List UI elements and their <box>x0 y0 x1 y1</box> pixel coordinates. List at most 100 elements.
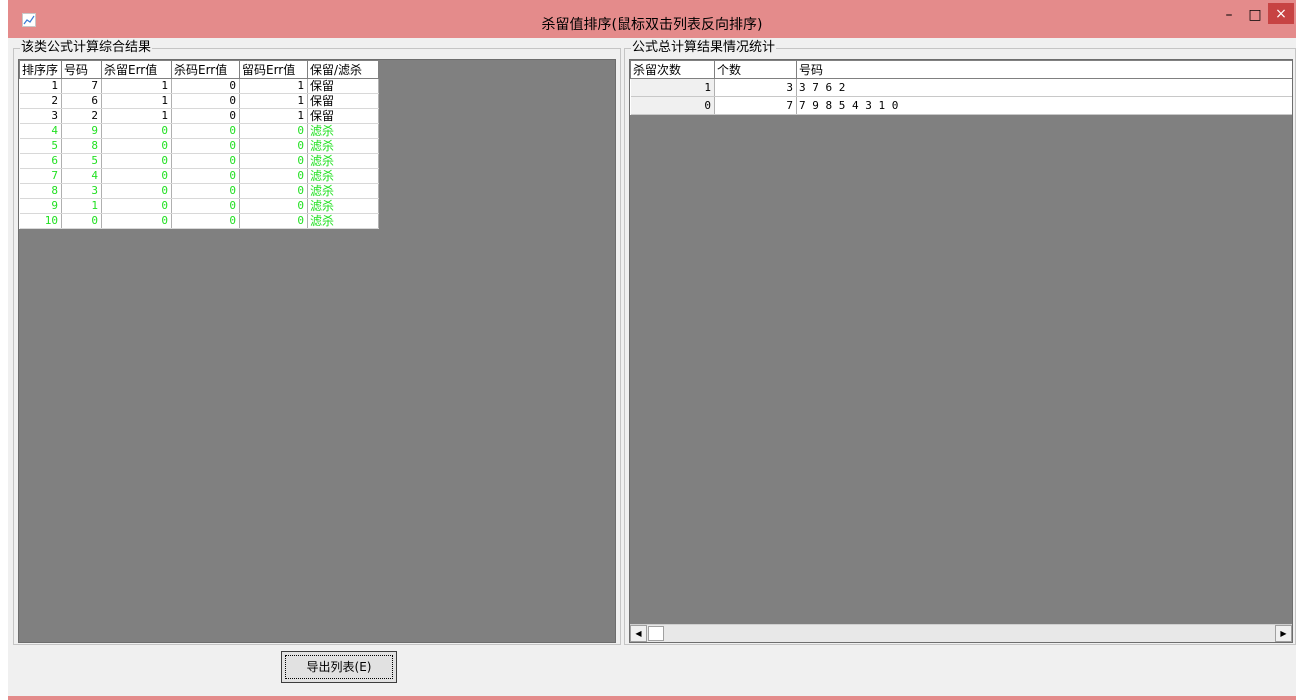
right-listview[interactable]: 杀留次数 个数 号码 1 3 3 7 6 2 0 7 7 9 8 5 4 3 1… <box>629 59 1293 643</box>
cell-number: 6 <box>61 93 102 109</box>
cell-kill-err: 0 <box>171 108 240 124</box>
cell-number: 7 <box>61 78 102 94</box>
left-listview[interactable]: 排序序 号码 杀留Err值 杀码Err值 留码Err值 保留/滤杀 1 7 1 … <box>18 59 616 643</box>
col-header-kill-count[interactable]: 杀留次数 <box>630 60 715 79</box>
table-row[interactable]: 5 8 0 0 0 滤杀 <box>19 138 379 154</box>
cell-number: 1 <box>61 198 102 214</box>
col-header-numbers[interactable]: 号码 <box>796 60 1292 79</box>
cell-killkeep-err: 1 <box>101 93 172 109</box>
cell-number: 4 <box>61 168 102 184</box>
cell-status: 滤杀 <box>307 123 379 139</box>
col-header-number[interactable]: 号码 <box>61 60 102 79</box>
cell-rank: 1 <box>19 78 62 94</box>
cell-rank: 6 <box>19 153 62 169</box>
cell-killkeep-err: 1 <box>101 78 172 94</box>
col-header-keep-err[interactable]: 留码Err值 <box>239 60 308 79</box>
cell-killkeep-err: 0 <box>101 168 172 184</box>
client-area: 该类公式计算综合结果 排序序 号码 杀留Err值 杀码Err值 留码Err值 保… <box>8 38 1296 696</box>
table-row[interactable]: 2 6 1 0 1 保留 <box>19 93 379 109</box>
table-row[interactable]: 1 7 1 0 1 保留 <box>19 78 379 94</box>
cell-killkeep-err: 0 <box>101 153 172 169</box>
scroll-right-button[interactable]: ▶ <box>1275 625 1292 642</box>
cell-kill-count: 1 <box>630 78 715 97</box>
col-header-quantity[interactable]: 个数 <box>714 60 797 79</box>
cell-status: 滤杀 <box>307 198 379 214</box>
cell-killkeep-err: 0 <box>101 123 172 139</box>
left-group-title: 该类公式计算综合结果 <box>20 40 153 56</box>
cell-kill-err: 0 <box>171 213 240 229</box>
cell-number: 3 <box>61 183 102 199</box>
table-row[interactable]: 9 1 0 0 0 滤杀 <box>19 198 379 214</box>
cell-killkeep-err: 1 <box>101 108 172 124</box>
left-groupbox: 该类公式计算综合结果 排序序 号码 杀留Err值 杀码Err值 留码Err值 保… <box>13 40 621 645</box>
cell-kill-err: 0 <box>171 93 240 109</box>
cell-rank: 9 <box>19 198 62 214</box>
cell-kill-err: 0 <box>171 198 240 214</box>
window-title: 杀留值排序(鼠标双击列表反向排序) <box>541 17 763 33</box>
table-row[interactable]: 0 7 7 9 8 5 4 3 1 0 <box>630 96 1292 115</box>
cell-status: 滤杀 <box>307 138 379 154</box>
cell-killkeep-err: 0 <box>101 138 172 154</box>
export-list-button[interactable]: 导出列表(E) <box>281 651 397 683</box>
cell-killkeep-err: 0 <box>101 213 172 229</box>
cell-keep-err: 0 <box>239 183 308 199</box>
cell-kill-err: 0 <box>171 123 240 139</box>
table-row[interactable]: 10 0 0 0 0 滤杀 <box>19 213 379 229</box>
cell-keep-err: 1 <box>239 78 308 94</box>
right-table-header: 杀留次数 个数 号码 <box>630 60 1292 79</box>
cell-keep-err: 0 <box>239 213 308 229</box>
cell-number: 5 <box>61 153 102 169</box>
cell-kill-err: 0 <box>171 168 240 184</box>
cell-status: 滤杀 <box>307 183 379 199</box>
table-row[interactable]: 6 5 0 0 0 滤杀 <box>19 153 379 169</box>
cell-kill-err: 0 <box>171 183 240 199</box>
title-bar[interactable]: 杀留值排序(鼠标双击列表反向排序) – □ × <box>8 0 1296 38</box>
right-groupbox: 公式总计算结果情况统计 杀留次数 个数 号码 1 3 3 7 6 2 0 7 7… <box>624 40 1296 645</box>
cell-number: 0 <box>61 213 102 229</box>
cell-kill-err: 0 <box>171 138 240 154</box>
cell-rank: 3 <box>19 108 62 124</box>
cell-keep-err: 1 <box>239 93 308 109</box>
horizontal-scrollbar[interactable]: ◀ ▶ <box>630 624 1292 642</box>
cell-rank: 7 <box>19 168 62 184</box>
cell-rank: 2 <box>19 93 62 109</box>
table-row[interactable]: 4 9 0 0 0 滤杀 <box>19 123 379 139</box>
minimize-button[interactable]: – <box>1216 4 1242 26</box>
cell-status: 滤杀 <box>307 168 379 184</box>
cell-kill-err: 0 <box>171 153 240 169</box>
cell-kill-err: 0 <box>171 78 240 94</box>
col-header-rank[interactable]: 排序序 <box>19 60 62 79</box>
close-button[interactable]: × <box>1268 3 1294 24</box>
cell-rank: 8 <box>19 183 62 199</box>
cell-status: 滤杀 <box>307 213 379 229</box>
cell-status: 滤杀 <box>307 153 379 169</box>
cell-status: 保留 <box>307 78 379 94</box>
cell-rank: 4 <box>19 123 62 139</box>
table-row[interactable]: 1 3 3 7 6 2 <box>630 78 1292 97</box>
col-header-killkeep-err[interactable]: 杀留Err值 <box>101 60 172 79</box>
cell-killkeep-err: 0 <box>101 198 172 214</box>
cell-kill-count: 0 <box>630 96 715 115</box>
scroll-thumb[interactable] <box>648 626 664 641</box>
cell-keep-err: 0 <box>239 198 308 214</box>
left-table-header: 排序序 号码 杀留Err值 杀码Err值 留码Err值 保留/滤杀 <box>19 60 379 79</box>
table-row[interactable]: 3 2 1 0 1 保留 <box>19 108 379 124</box>
maximize-button[interactable]: □ <box>1242 4 1268 26</box>
cell-status: 保留 <box>307 93 379 109</box>
cell-numbers: 3 7 6 2 <box>796 78 1292 97</box>
cell-keep-err: 0 <box>239 123 308 139</box>
col-header-kill-err[interactable]: 杀码Err值 <box>171 60 240 79</box>
cell-number: 8 <box>61 138 102 154</box>
left-result-table: 排序序 号码 杀留Err值 杀码Err值 留码Err值 保留/滤杀 1 7 1 … <box>19 60 379 229</box>
table-row[interactable]: 7 4 0 0 0 滤杀 <box>19 168 379 184</box>
cell-killkeep-err: 0 <box>101 183 172 199</box>
cell-number: 2 <box>61 108 102 124</box>
cell-keep-err: 1 <box>239 108 308 124</box>
col-header-keep-or-kill[interactable]: 保留/滤杀 <box>307 60 379 79</box>
table-row[interactable]: 8 3 0 0 0 滤杀 <box>19 183 379 199</box>
cell-rank: 5 <box>19 138 62 154</box>
scroll-left-button[interactable]: ◀ <box>630 625 647 642</box>
cell-quantity: 7 <box>714 96 797 115</box>
cell-quantity: 3 <box>714 78 797 97</box>
cell-numbers: 7 9 8 5 4 3 1 0 <box>796 96 1292 115</box>
